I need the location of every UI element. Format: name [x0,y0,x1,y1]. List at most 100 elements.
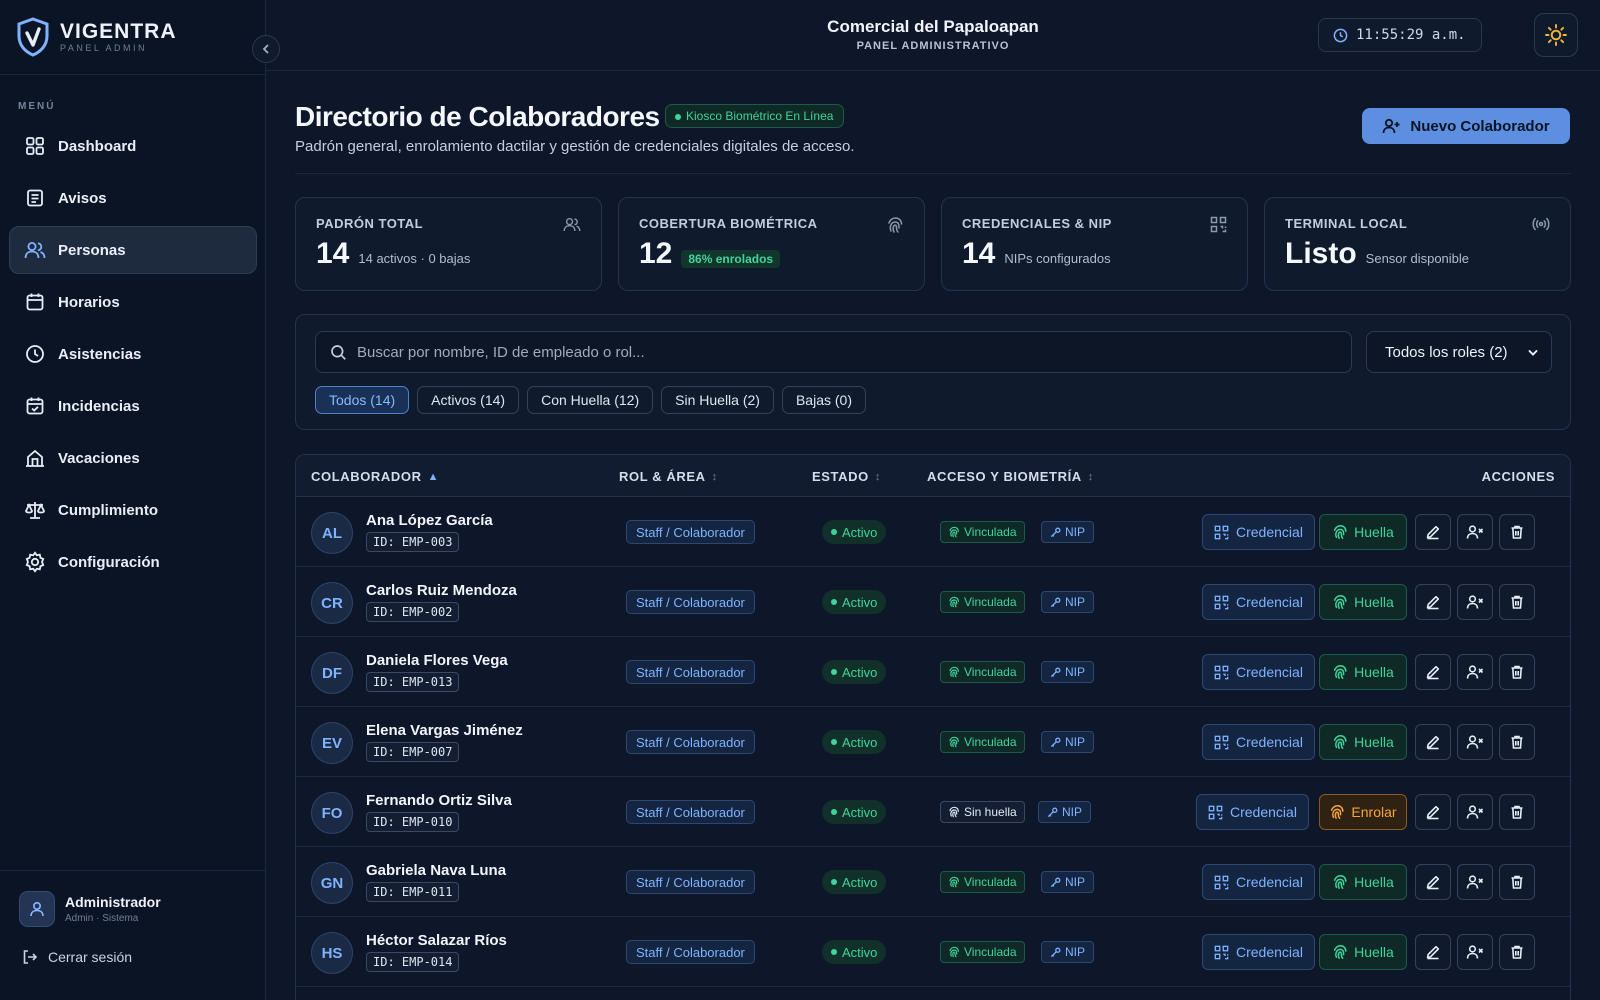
pencil-icon [1426,525,1440,540]
user-card[interactable]: Administrador Admin · Sistema [0,871,266,927]
sidebar-item-cumplimiento[interactable]: Cumplimiento [9,486,257,534]
fingerprint-icon [949,806,959,818]
edit-button[interactable] [1415,654,1451,690]
status-badge: Activo [822,590,887,614]
sidebar-item-horarios[interactable]: Horarios [9,278,257,326]
new-collaborator-button[interactable]: Nuevo Colaborador [1362,108,1570,144]
stat-label: CREDENCIALES & NIP [962,216,1112,231]
edit-button[interactable] [1415,794,1451,830]
column-header-acceso[interactable]: ACCESO Y BIOMETRÍA ↕ [927,469,1094,484]
status-badge: Activo [822,870,887,894]
deactivate-user-button[interactable] [1457,584,1493,620]
collaborator-name[interactable]: Ana López García [366,512,493,529]
fingerprint-action-button[interactable]: Huella [1319,514,1407,550]
filter-chip-todos[interactable]: Todos (14) [315,386,410,414]
sidebar-item-configuracion[interactable]: Configuración [9,538,257,586]
search-box[interactable] [315,331,1352,373]
fingerprint-action-button[interactable]: Huella [1319,934,1407,970]
deactivate-user-button[interactable] [1457,864,1493,900]
role-select[interactable]: Todos los roles (2) [1366,331,1552,373]
credential-button[interactable]: Credencial [1202,934,1315,970]
credential-label: Credencial [1236,524,1303,540]
sidebar-item-asistencias[interactable]: Asistencias [9,330,257,378]
fingerprint-action-label: Huella [1354,734,1394,750]
delete-button[interactable] [1499,794,1535,830]
column-header-rol[interactable]: ROL & ÁREA ↕ [619,469,718,484]
filter-chip-con-huella[interactable]: Con Huella (12) [527,386,654,414]
stat-card-terminal: TERMINAL LOCAL Listo Sensor disponible [1264,197,1571,291]
delete-button[interactable] [1499,584,1535,620]
theme-toggle-button[interactable] [1534,13,1578,57]
sidebar-item-dashboard[interactable]: Dashboard [9,122,257,170]
user-x-icon [1466,595,1484,609]
column-header-colaborador[interactable]: COLABORADOR ▲ [311,469,439,484]
delete-button[interactable] [1499,654,1535,690]
sidebar-item-incidencias[interactable]: Incidencias [9,382,257,430]
credential-button[interactable]: Credencial [1202,724,1315,760]
delete-button[interactable] [1499,724,1535,760]
nip-label: NIP [1065,525,1086,539]
collaborator-name[interactable]: Héctor Salazar Ríos [366,932,507,949]
fingerprint-action-button[interactable]: Huella [1319,724,1407,760]
edit-button[interactable] [1415,584,1451,620]
filters-panel: Todos los roles (2) Todos (14) Activos (… [295,314,1571,430]
stat-note: Sensor disponible [1365,251,1470,266]
fingerprint-icon [1334,525,1347,539]
user-x-icon [1466,875,1484,889]
sidebar-item-personas[interactable]: Personas [9,226,257,274]
credential-label: Credencial [1236,734,1303,750]
edit-button[interactable] [1415,724,1451,760]
credential-button[interactable]: Credencial [1202,514,1315,550]
deactivate-user-button[interactable] [1457,724,1493,760]
brand-subtitle: PANEL ADMIN [60,42,148,53]
qr-icon [1214,525,1229,539]
collapse-sidebar-button[interactable] [252,35,280,63]
logout-button[interactable]: Cerrar sesión [0,927,266,965]
trash-icon [1511,805,1523,819]
biometric-label: Vinculada [964,735,1017,749]
filter-chip-activos[interactable]: Activos (14) [417,386,520,414]
gear-icon [24,551,46,573]
deactivate-user-button[interactable] [1457,514,1493,550]
filter-chip-sin-huella[interactable]: Sin Huella (2) [661,386,774,414]
sidebar-item-label: Cumplimiento [58,501,158,519]
status-badge: Activo [822,660,887,684]
collaborator-name[interactable]: Fernando Ortiz Silva [366,792,512,809]
credential-button[interactable]: Credencial [1196,794,1309,830]
delete-button[interactable] [1499,514,1535,550]
delete-button[interactable] [1499,934,1535,970]
nip-label: NIP [1065,665,1086,679]
fingerprint-action-button[interactable]: Huella [1319,864,1407,900]
filter-chip-bajas[interactable]: Bajas (0) [781,386,866,414]
deactivate-user-button[interactable] [1457,794,1493,830]
sidebar-item-label: Horarios [58,293,120,311]
column-header-estado[interactable]: ESTADO ↕ [812,469,881,484]
enroll-button[interactable]: Enrolar [1319,794,1407,830]
search-input[interactable] [357,343,1317,361]
collaborator-name[interactable]: Carlos Ruiz Mendoza [366,582,517,599]
fingerprint-icon [1334,735,1347,749]
edit-button[interactable] [1415,934,1451,970]
fingerprint-action-button[interactable]: Huella [1319,584,1407,620]
nip-label: NIP [1062,805,1083,819]
stat-badge: 86% enrolados [681,250,781,268]
collaborator-name[interactable]: Daniela Flores Vega [366,652,508,669]
credential-button[interactable]: Credencial [1202,654,1315,690]
credential-button[interactable]: Credencial [1202,864,1315,900]
brand[interactable]: VIGENTRA PANEL ADMIN [0,0,265,75]
credential-button[interactable]: Credencial [1202,584,1315,620]
fingerprint-action-button[interactable]: Huella [1319,654,1407,690]
pencil-icon [1426,665,1440,680]
edit-button[interactable] [1415,514,1451,550]
qr-icon [1214,945,1229,959]
deactivate-user-button[interactable] [1457,934,1493,970]
fingerprint-action-label: Huella [1354,524,1394,540]
collaborator-name[interactable]: Gabriela Nava Luna [366,862,506,879]
sidebar-item-vacaciones[interactable]: Vacaciones [9,434,257,482]
delete-button[interactable] [1499,864,1535,900]
collaborator-name[interactable]: Elena Vargas Jiménez [366,722,523,739]
calendar-check-icon [24,395,46,417]
sidebar-item-avisos[interactable]: Avisos [9,174,257,222]
edit-button[interactable] [1415,864,1451,900]
deactivate-user-button[interactable] [1457,654,1493,690]
